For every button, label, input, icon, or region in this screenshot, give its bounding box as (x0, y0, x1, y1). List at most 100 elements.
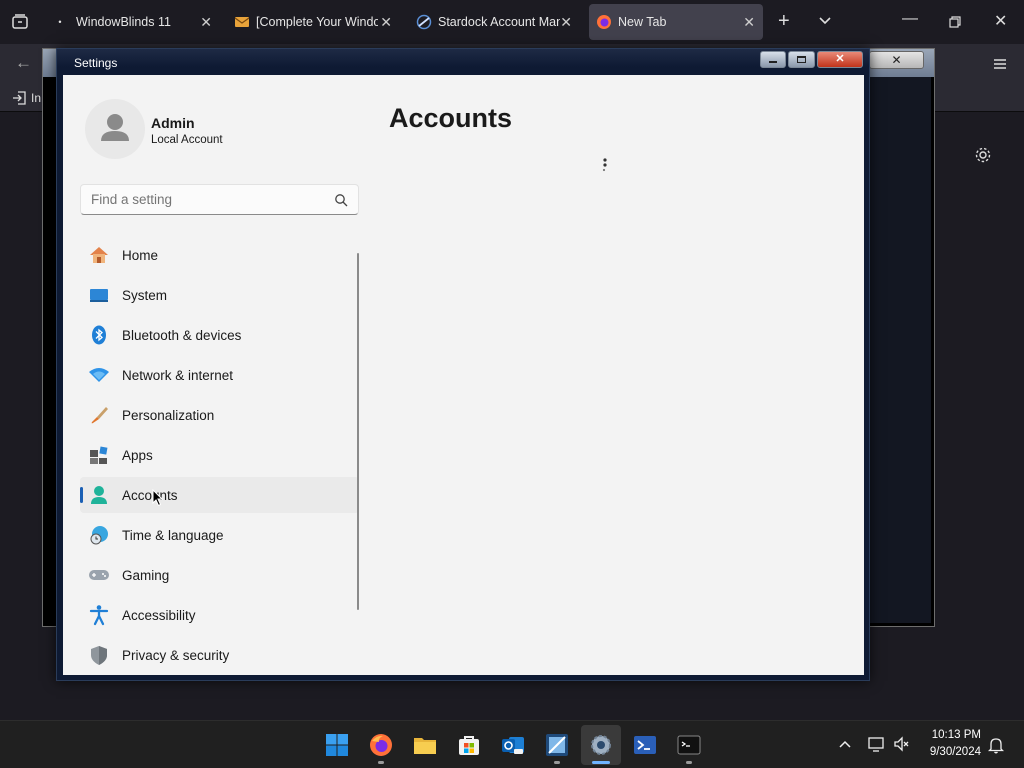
tab-list-chevron-icon[interactable] (818, 16, 832, 26)
mail-icon (234, 17, 250, 27)
restore-icon[interactable] (949, 16, 961, 28)
minimize-icon[interactable]: — (902, 10, 918, 28)
nav-label: Personalization (122, 407, 215, 423)
nav-item-time-language[interactable]: Time & language (80, 517, 359, 553)
windowblinds-icon[interactable] (545, 733, 569, 757)
firefox-icon[interactable] (369, 733, 393, 757)
maximize-icon (797, 55, 806, 63)
settings-window: Settings ✕ Admin Local Account Home Syst… (56, 48, 870, 681)
nav-label: Accessibility (122, 607, 196, 623)
tray-chevron-up-icon[interactable] (838, 739, 852, 749)
nav-label: Apps (122, 447, 153, 463)
gear-icon[interactable] (974, 146, 992, 164)
nav-label: Accounts (122, 487, 178, 503)
tab-close-icon[interactable]: ✕ (380, 14, 392, 31)
back-arrow-icon[interactable]: ← (15, 53, 32, 73)
nav-label: Network & internet (122, 367, 234, 383)
menu-icon[interactable] (992, 56, 1008, 72)
user-avatar-icon (101, 114, 129, 141)
tab-close-icon[interactable]: ✕ (560, 14, 572, 31)
mouse-cursor-icon (152, 489, 164, 507)
bookmark-item[interactable]: In (31, 91, 41, 105)
background-window-body (869, 77, 931, 623)
accounts-icon (91, 486, 107, 504)
outlook-icon[interactable] (501, 733, 525, 757)
search-box[interactable] (80, 184, 359, 215)
nav-item-apps[interactable]: Apps (80, 437, 359, 473)
selection-indicator (80, 487, 83, 503)
taskbar: 10:13 PM 9/30/2024 (0, 720, 1024, 768)
tab-title: Stardock Account Man (438, 15, 560, 29)
settings-gear-icon[interactable] (589, 733, 613, 757)
tab-title: [Complete Your Windo (256, 15, 378, 29)
clock-date[interactable]: 9/30/2024 (922, 746, 981, 758)
close-icon: ✕ (835, 53, 845, 65)
browser-tab[interactable]: Stardock Account Man ✕ (408, 4, 580, 40)
close-icon[interactable]: ✕ (994, 11, 1007, 31)
loading-spinner-icon (602, 158, 607, 172)
minimize-icon (769, 60, 777, 63)
stardock-icon (416, 14, 432, 30)
firefox-icon (597, 15, 611, 29)
user-name: Admin (151, 115, 195, 131)
nav-label: Bluetooth & devices (122, 327, 242, 343)
window-title: Settings (74, 56, 118, 70)
nav-label: Privacy & security (122, 647, 230, 663)
nav-label: Time & language (122, 527, 224, 543)
nav-label: Gaming (122, 567, 170, 583)
store-icon[interactable] (457, 733, 481, 757)
nav-scrollbar[interactable] (357, 253, 359, 610)
active-indicator (592, 761, 610, 764)
globe-clock-icon (90, 526, 108, 545)
network-monitor-icon[interactable] (868, 735, 886, 753)
nav-item-bluetooth[interactable]: Bluetooth & devices (80, 317, 359, 353)
nav-item-accessibility[interactable]: Accessibility (80, 597, 359, 633)
close-button[interactable]: ✕ (817, 51, 863, 68)
background-close-button[interactable]: ✕ (869, 51, 924, 69)
accessibility-icon (89, 605, 109, 626)
tab-dot-icon: • (58, 17, 62, 27)
settings-client-area: Admin Local Account Home System Bluetoot… (63, 75, 864, 675)
home-icon (90, 247, 108, 263)
import-icon (13, 91, 26, 105)
nav-item-system[interactable]: System (80, 277, 359, 313)
network-icon (89, 368, 109, 382)
file-explorer-icon[interactable] (413, 733, 437, 757)
nav-item-personalization[interactable]: Personalization (80, 397, 359, 433)
powershell-icon[interactable] (633, 733, 657, 757)
nav-label: Home (122, 247, 159, 263)
bluetooth-icon (92, 325, 106, 345)
search-input[interactable] (91, 192, 321, 207)
nav-item-network[interactable]: Network & internet (80, 357, 359, 393)
running-indicator (554, 761, 560, 764)
settings-title-bar[interactable]: Settings ✕ (57, 49, 869, 75)
nav-label: System (122, 287, 168, 303)
page-title: Accounts (389, 103, 513, 133)
gamepad-icon (89, 570, 109, 580)
account-type: Local Account (151, 134, 223, 146)
nav-item-privacy[interactable]: Privacy & security (80, 637, 359, 673)
nav-item-gaming[interactable]: Gaming (80, 557, 359, 593)
avatar[interactable] (85, 99, 145, 159)
browser-tab[interactable]: [Complete Your Windo ✕ (228, 4, 400, 40)
clock-time[interactable]: 10:13 PM (929, 729, 981, 741)
tab-close-icon[interactable]: ✕ (743, 14, 755, 31)
terminal-icon[interactable] (677, 733, 701, 757)
running-indicator (378, 761, 384, 764)
browser-tab[interactable]: • WindowBlinds 11 ✕ (48, 4, 220, 40)
nav-item-home[interactable]: Home (80, 237, 359, 273)
browser-tab-active[interactable]: New Tab ✕ (589, 4, 763, 40)
tab-close-icon[interactable]: ✕ (200, 14, 212, 31)
brush-icon (91, 407, 108, 424)
new-tab-icon[interactable]: + (778, 10, 790, 33)
search-icon[interactable] (334, 193, 348, 207)
minimize-button[interactable] (760, 51, 786, 68)
tab-overview-icon[interactable] (11, 13, 29, 31)
volume-muted-icon[interactable] (893, 735, 911, 753)
start-icon[interactable] (325, 733, 349, 757)
tab-title: WindowBlinds 11 (76, 15, 171, 29)
nav-item-accounts[interactable]: Accounts (80, 477, 359, 513)
system-icon (90, 289, 108, 302)
notification-bell-icon[interactable] (988, 736, 1004, 754)
maximize-button[interactable] (788, 51, 815, 68)
